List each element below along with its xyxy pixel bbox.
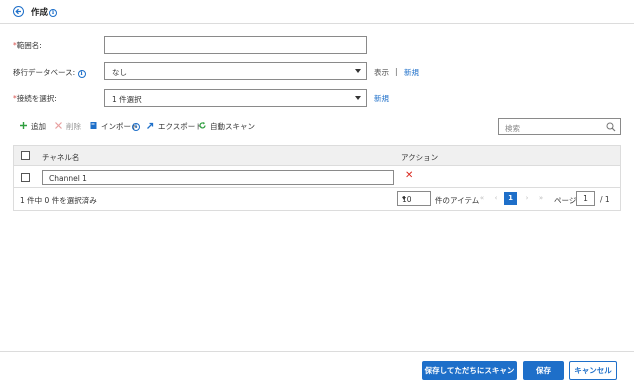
search-icon <box>606 122 616 132</box>
migration-db-label: 移行データベース: i <box>13 67 86 78</box>
page-number-input[interactable]: 1 <box>576 191 595 206</box>
new-connection-link[interactable]: 新規 <box>374 93 389 104</box>
current-page-button[interactable]: 1 <box>504 192 517 205</box>
info-icon[interactable]: i <box>132 121 140 131</box>
column-header-channel-name[interactable]: チャネル名 <box>42 152 79 163</box>
selection-status: 1 件中 0 件を選択済み <box>20 196 97 205</box>
first-page-icon[interactable]: « <box>476 192 488 205</box>
action-bar: 保存してただちにスキャン 保存 キャンセル <box>0 351 634 386</box>
range-name-label: *範囲名: <box>13 41 42 50</box>
chevron-down-icon <box>355 96 361 100</box>
view-link[interactable]: 表示 <box>374 67 389 78</box>
refresh-icon <box>199 122 206 129</box>
prev-page-icon[interactable]: ‹ <box>490 192 502 205</box>
cancel-button[interactable]: キャンセル <box>569 361 617 380</box>
delete-x-icon <box>55 122 62 129</box>
add-button[interactable]: 追加 <box>31 121 46 132</box>
migration-db-select[interactable]: なし <box>104 62 367 80</box>
separator: | <box>395 67 398 76</box>
channel-table: チャネル名 アクション Channel 1 ✕ 1 件中 0 件を選択済み 10… <box>13 145 621 211</box>
save-button[interactable]: 保存 <box>523 361 564 380</box>
column-header-action: アクション <box>401 152 439 162</box>
page-label: ページ <box>554 196 577 205</box>
page-size-select[interactable]: 10 <box>397 191 431 206</box>
chevron-down-icon <box>355 69 361 73</box>
range-name-input[interactable] <box>104 36 367 54</box>
export-icon <box>147 122 154 129</box>
table-footer: 1 件中 0 件を選択済み 10 件のアイテム « ‹ 1 › » ページ 1 … <box>14 188 620 210</box>
page-title: 作成 <box>31 8 49 18</box>
auto-scan-button[interactable]: 自動スキャン <box>210 121 255 132</box>
import-icon <box>90 122 97 129</box>
new-db-link[interactable]: 新規 <box>404 67 419 78</box>
next-page-icon[interactable]: › <box>521 192 533 205</box>
info-icon[interactable]: i <box>49 7 57 17</box>
row-checkbox[interactable] <box>21 173 30 182</box>
search-input[interactable]: 検索 <box>498 118 621 135</box>
chevron-down-icon <box>402 197 406 200</box>
items-label: 件のアイテム <box>435 196 480 205</box>
table-header: チャネル名 アクション <box>14 146 620 166</box>
select-all-checkbox[interactable] <box>21 151 30 160</box>
delete-row-icon[interactable]: ✕ <box>405 171 413 181</box>
last-page-icon[interactable]: » <box>535 192 547 205</box>
total-pages: / 1 <box>600 195 610 204</box>
delete-button[interactable]: 削除 <box>66 121 81 132</box>
save-and-scan-button[interactable]: 保存してただちにスキャン <box>422 361 517 380</box>
connection-select[interactable]: 1 件選択 <box>104 89 367 107</box>
page-header: 作成 i <box>0 0 634 24</box>
info-icon: i <box>77 70 86 78</box>
connection-label: *接続を選択: <box>13 94 57 103</box>
table-row: Channel 1 ✕ <box>14 166 620 188</box>
back-arrow-icon[interactable] <box>13 6 24 17</box>
export-button[interactable]: エクスポート <box>158 121 203 132</box>
channel-name-input[interactable]: Channel 1 <box>42 170 394 185</box>
plus-icon <box>20 122 27 129</box>
